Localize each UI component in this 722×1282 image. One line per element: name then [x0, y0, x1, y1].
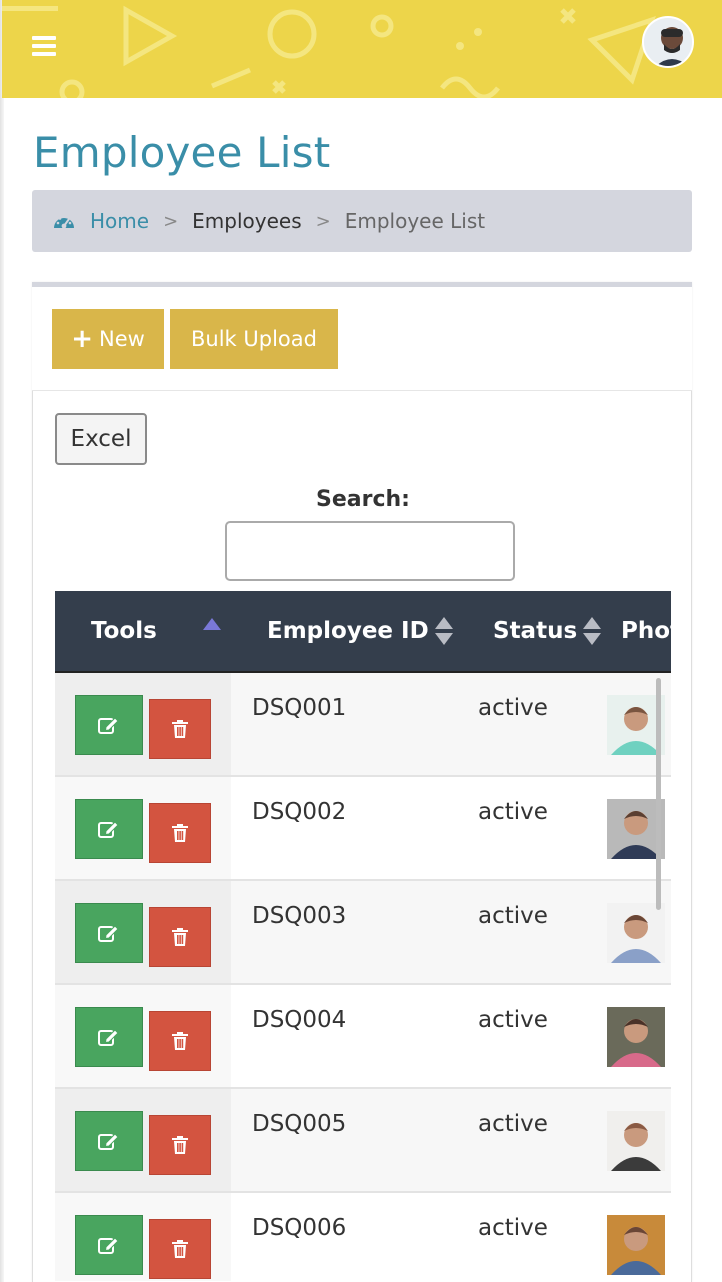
column-header-status[interactable]: Status [493, 591, 602, 671]
employee-id-cell: DSQ005 [252, 1111, 347, 1137]
employee-id-cell: DSQ004 [252, 1007, 347, 1033]
edit-button[interactable] [75, 1215, 143, 1275]
employee-table: Tools Employee ID Status Photo [55, 591, 671, 1281]
new-employee-button[interactable]: + New [52, 309, 164, 369]
sort-icon [434, 616, 453, 646]
breadcrumb-separator: > [315, 210, 331, 232]
trash-icon [172, 824, 188, 842]
new-button-label: New [98, 327, 145, 351]
edit-button[interactable] [75, 903, 143, 963]
employee-id-cell: DSQ003 [252, 903, 347, 929]
sort-icon [583, 616, 602, 646]
table-header: Tools Employee ID Status Photo [55, 591, 671, 673]
employee-photo [607, 1007, 665, 1067]
trash-icon [172, 1136, 188, 1154]
breadcrumb-home-link[interactable]: Home [90, 209, 149, 233]
box-header: + New Bulk Upload [32, 287, 692, 391]
edit-icon [98, 1133, 119, 1150]
hamburger-icon[interactable] [32, 36, 60, 60]
page-edge [0, 0, 4, 1282]
trash-icon [172, 928, 188, 946]
employee-id-cell: DSQ006 [252, 1215, 347, 1241]
trash-icon [172, 720, 188, 738]
column-header-label: Photo [621, 618, 671, 644]
column-header-photo[interactable]: Photo [621, 591, 671, 671]
table-row: DSQ004 active [55, 985, 671, 1089]
table-row: DSQ006 active [55, 1193, 671, 1281]
edit-button[interactable] [75, 799, 143, 859]
bulk-upload-button[interactable]: Bulk Upload [170, 309, 338, 369]
edit-icon [98, 821, 119, 838]
search-input[interactable] [225, 521, 515, 581]
edit-icon [98, 1029, 119, 1046]
tools-cell [55, 673, 231, 775]
edit-button[interactable] [75, 1111, 143, 1171]
user-avatar[interactable] [642, 16, 694, 68]
excel-export-button[interactable]: Excel [55, 413, 147, 465]
column-header-label: Employee ID [267, 618, 429, 644]
table-row: DSQ002 active [55, 777, 671, 881]
box-body: Excel Search: Tools Employee ID Status P… [32, 391, 692, 1282]
status-cell: active [478, 695, 548, 721]
tools-cell [55, 777, 231, 879]
edit-icon [98, 717, 119, 734]
dashboard-icon [54, 215, 74, 229]
status-cell: active [478, 1111, 548, 1137]
table-body: DSQ001 active DSQ002 active DSQ003 activ… [55, 673, 671, 1281]
edit-icon [98, 925, 119, 942]
status-cell: active [478, 1215, 548, 1241]
table-scrollbar[interactable] [656, 678, 661, 910]
tools-cell [55, 1089, 231, 1191]
status-cell: active [478, 799, 548, 825]
employee-photo [607, 1111, 665, 1171]
column-header-employee-id[interactable]: Employee ID [267, 591, 453, 671]
employee-id-cell: DSQ001 [252, 695, 347, 721]
delete-button[interactable] [149, 699, 211, 759]
breadcrumb-separator: > [163, 210, 179, 232]
tools-cell [55, 1193, 231, 1281]
delete-button[interactable] [149, 1115, 211, 1175]
trash-icon [172, 1240, 188, 1258]
delete-button[interactable] [149, 803, 211, 863]
tools-cell [55, 881, 231, 983]
employee-photo [607, 1215, 665, 1275]
plus-icon: + [71, 324, 93, 354]
tools-cell [55, 985, 231, 1087]
page-title: Employee List [33, 128, 331, 177]
table-row: DSQ003 active [55, 881, 671, 985]
status-cell: active [478, 903, 548, 929]
column-header-label: Status [493, 618, 578, 644]
employee-photo [607, 903, 665, 963]
column-header-tools[interactable]: Tools [91, 591, 157, 671]
status-cell: active [478, 1007, 548, 1033]
page: Employee List Home > Employees > Employe… [0, 0, 722, 1282]
employee-list-box: + New Bulk Upload Excel Search: Tools Em… [32, 282, 692, 1282]
breadcrumb-current: Employee List [344, 209, 486, 233]
table-row: DSQ005 active [55, 1089, 671, 1193]
edit-icon [98, 1237, 119, 1254]
delete-button[interactable] [149, 907, 211, 967]
breadcrumb: Home > Employees > Employee List [32, 190, 692, 252]
sort-ascending-icon [203, 618, 221, 630]
employee-id-cell: DSQ002 [252, 799, 347, 825]
top-navbar [2, 0, 722, 98]
trash-icon [172, 1032, 188, 1050]
delete-button[interactable] [149, 1219, 211, 1279]
edit-button[interactable] [75, 1007, 143, 1067]
search-label: Search: [316, 487, 410, 512]
column-header-label: Tools [91, 618, 157, 644]
delete-button[interactable] [149, 1011, 211, 1071]
header-pattern [2, 5, 656, 98]
breadcrumb-employees-link[interactable]: Employees [192, 209, 301, 233]
table-row: DSQ001 active [55, 673, 671, 777]
edit-button[interactable] [75, 695, 143, 755]
